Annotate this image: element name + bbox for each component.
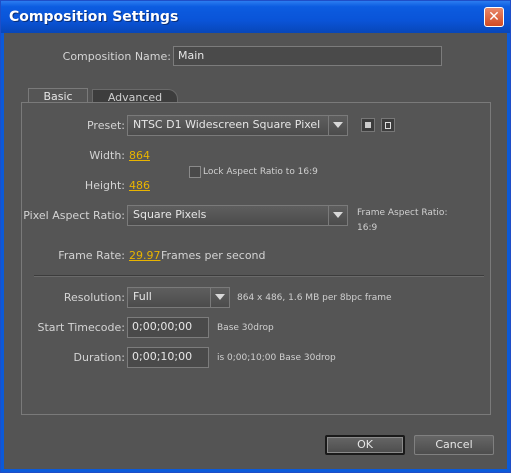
- start-timecode-info: Base 30drop: [217, 323, 274, 333]
- chevron-down-icon[interactable]: [210, 288, 229, 307]
- duration-info: is 0;00;10;00 Base 30drop: [217, 353, 336, 363]
- duration-input[interactable]: 0;00;10;00: [127, 347, 209, 368]
- chevron-down-icon[interactable]: [328, 206, 347, 225]
- frame-rate-unit: Frames per second: [161, 249, 266, 262]
- composition-name-input[interactable]: Main: [173, 46, 442, 66]
- frame-rate-value[interactable]: 29.97: [129, 249, 161, 262]
- resolution-info: 864 x 486, 1.6 MB per 8bpc frame: [237, 293, 392, 303]
- preset-value: NTSC D1 Widescreen Square Pixel: [133, 118, 321, 131]
- cancel-button[interactable]: Cancel: [414, 435, 494, 455]
- delete-preset-button[interactable]: [381, 118, 395, 132]
- delete-preset-icon: [385, 122, 391, 129]
- save-preset-icon: [365, 122, 371, 128]
- section-divider: [34, 275, 484, 277]
- preset-dropdown[interactable]: NTSC D1 Widescreen Square Pixel: [127, 115, 348, 136]
- pixel-aspect-ratio-label: Pixel Aspect Ratio:: [23, 209, 125, 222]
- frame-rate-label: Frame Rate:: [58, 249, 125, 262]
- title-bar[interactable]: Composition Settings ✕: [1, 1, 510, 33]
- height-value[interactable]: 486: [129, 179, 150, 192]
- pixel-aspect-ratio-dropdown[interactable]: Square Pixels: [127, 205, 348, 226]
- resolution-value: Full: [133, 290, 152, 303]
- duration-label: Duration:: [73, 351, 125, 364]
- start-timecode-label: Start Timecode:: [37, 321, 125, 334]
- close-button[interactable]: ✕: [484, 7, 504, 27]
- frame-aspect-ratio-value: 16:9: [357, 223, 378, 233]
- resolution-label: Resolution:: [63, 291, 125, 304]
- pixel-aspect-ratio-value: Square Pixels: [133, 208, 207, 221]
- width-value[interactable]: 864: [129, 149, 150, 162]
- lock-aspect-checkbox[interactable]: [189, 166, 201, 178]
- dialog-body: Composition Name: Main Basic Advanced Pr…: [4, 33, 507, 469]
- close-icon: ✕: [488, 9, 500, 25]
- dialog-window: Composition Settings ✕ Composition Name:…: [0, 0, 511, 473]
- frame-aspect-ratio-label: Frame Aspect Ratio:: [357, 208, 448, 218]
- composition-name-label: Composition Name:: [62, 50, 171, 63]
- lock-aspect-label: Lock Aspect Ratio to 16:9: [203, 167, 318, 177]
- dialog-title: Composition Settings: [9, 9, 179, 25]
- save-preset-button[interactable]: [361, 118, 375, 132]
- resolution-dropdown[interactable]: Full: [127, 287, 230, 308]
- start-timecode-input[interactable]: 0;00;00;00: [127, 317, 209, 338]
- preset-label: Preset:: [86, 119, 125, 132]
- width-label: Width:: [89, 149, 125, 162]
- ok-button[interactable]: OK: [325, 435, 405, 455]
- height-label: Height:: [84, 179, 125, 192]
- chevron-down-icon[interactable]: [328, 116, 347, 135]
